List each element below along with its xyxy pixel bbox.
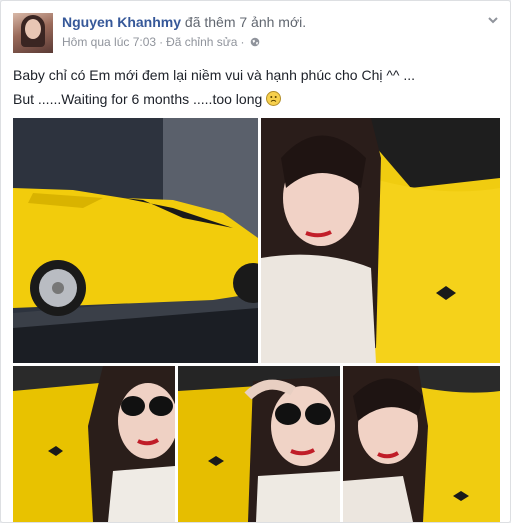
avatar[interactable] bbox=[13, 13, 53, 53]
photo-selfie-car-hood[interactable] bbox=[261, 118, 500, 363]
post-meta: Hôm qua lúc 7:03 · Đã chỉnh sửa · bbox=[62, 35, 260, 49]
photo-car-showroom[interactable] bbox=[13, 118, 258, 363]
post-action: đã thêm 7 ảnh mới. bbox=[184, 14, 307, 30]
globe-icon[interactable] bbox=[250, 37, 260, 47]
author-name[interactable]: Nguyen Khanhmy bbox=[62, 14, 181, 30]
post-text-line-2-content: But ......Waiting for 6 months .....too … bbox=[13, 91, 263, 107]
meta-separator-2: · bbox=[240, 35, 245, 49]
post-text-line-2: But ......Waiting for 6 months .....too … bbox=[13, 91, 282, 107]
chevron-down-icon[interactable] bbox=[486, 13, 500, 27]
post-card: Nguyen Khanhmy đã thêm 7 ảnh mới. Hôm qu… bbox=[0, 0, 511, 523]
photo-sunglasses-1[interactable] bbox=[13, 366, 175, 522]
avatar-face bbox=[25, 19, 41, 39]
frown-emoji-icon bbox=[266, 91, 282, 106]
post-timestamp[interactable]: Hôm qua lúc 7:03 bbox=[62, 35, 156, 49]
meta-separator: · bbox=[159, 35, 164, 49]
edited-label[interactable]: Đã chỉnh sửa bbox=[166, 35, 237, 49]
photo-sunglasses-2[interactable] bbox=[178, 366, 340, 522]
post-text-line-1: Baby chỉ có Em mới đem lại niềm vui và h… bbox=[13, 67, 416, 83]
post-header: Nguyen Khanhmy đã thêm 7 ảnh mới. bbox=[62, 14, 306, 30]
photo-selfie-smile[interactable] bbox=[343, 366, 500, 522]
